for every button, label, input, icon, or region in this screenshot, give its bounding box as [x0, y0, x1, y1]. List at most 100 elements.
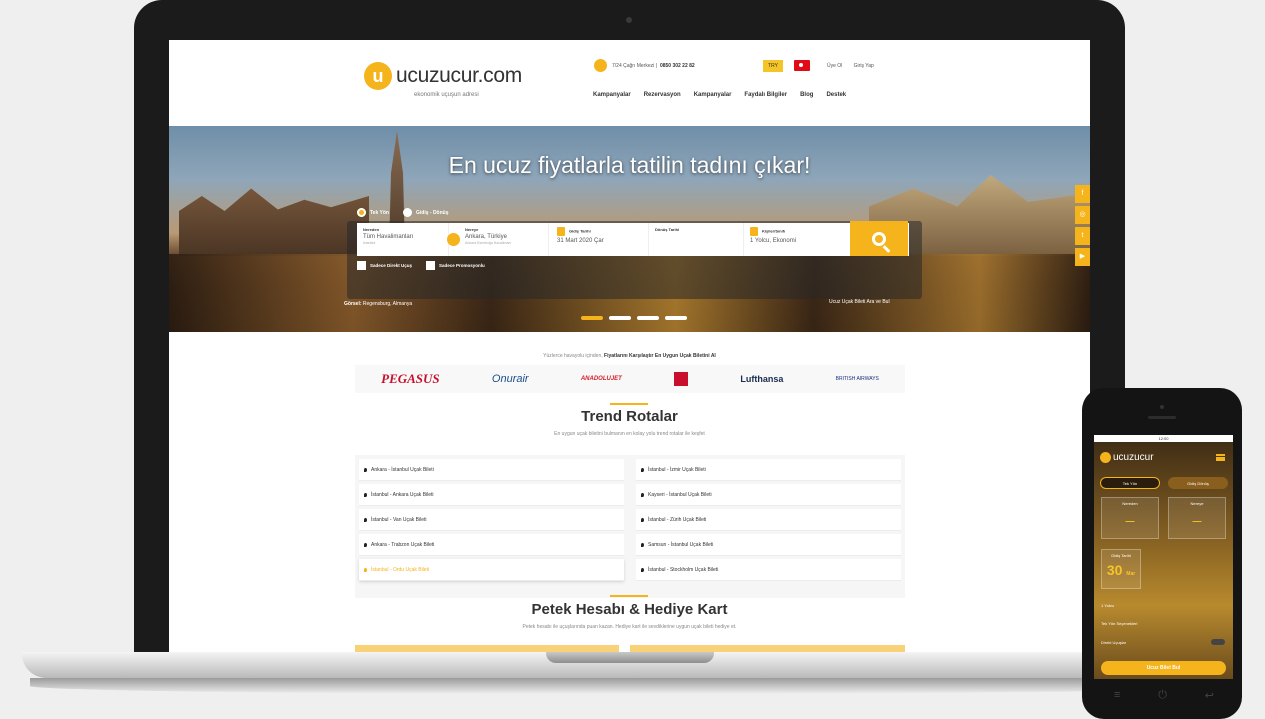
- route-link[interactable]: Kayseri - İstanbul Uçak Bileti: [636, 484, 901, 506]
- power-icon[interactable]: ⏻: [1158, 689, 1167, 702]
- phone-to-field[interactable]: Nereye —: [1168, 497, 1226, 539]
- nav-item-rezervasyon[interactable]: Rezervasyon: [644, 92, 681, 98]
- logo-text: ucuzucur.com: [396, 64, 522, 87]
- callcenter-label: 7/24 Çağrı Merkezi |: [612, 62, 657, 69]
- trend-subtitle: En uygun uçak biletini bulmanın en kolay…: [554, 431, 705, 437]
- accent-bar: [610, 403, 648, 405]
- hero-banner: En ucuz fiyatlarla tatilin tadını çıkar!…: [169, 126, 1090, 332]
- laptop-shadow: [30, 678, 1230, 694]
- phone-pax[interactable]: 1 Yolcu: [1101, 603, 1114, 608]
- phone-from-field[interactable]: Nereden —: [1101, 497, 1159, 539]
- phone-tab-roundtrip[interactable]: Gidiş Dönüş: [1168, 477, 1228, 489]
- return-date-field[interactable]: Dönüş Tarihi: [649, 223, 744, 256]
- phone-speaker: [1148, 416, 1176, 419]
- trend-routes: Ankara - İstanbul Uçak Bileti İstanbul -…: [355, 455, 905, 598]
- hero-photo-buildings-left: [179, 188, 369, 256]
- search-options: Sadece Direkt Uçuş Sadece Promosyonlu: [357, 261, 485, 270]
- logo-icon: [1100, 452, 1111, 463]
- radio-unchecked-icon: [403, 208, 412, 217]
- phone-search-button[interactable]: Ucuz Bilet Bul: [1101, 661, 1226, 675]
- accent-bar: [610, 595, 648, 597]
- phone-nav-buttons: ≡ ⏻ ↩: [1114, 689, 1214, 702]
- slider-dot[interactable]: [609, 316, 631, 320]
- menu-icon[interactable]: ≡: [1114, 689, 1120, 702]
- routes-column-left: Ankara - İstanbul Uçak Bileti İstanbul -…: [359, 459, 624, 584]
- laptop-screen: u ucuzucur.com ekonomik uçuşun adresi 7/…: [169, 40, 1090, 652]
- login-link[interactable]: Giriş Yap: [854, 63, 874, 69]
- phone-option-2[interactable]: Direkt Uçuşlar: [1101, 640, 1126, 645]
- route-link[interactable]: İstanbul - Stockholm Uçak Bileti: [636, 559, 901, 581]
- from-field[interactable]: Nereden Tüm Havalimanları İstanbul: [357, 223, 460, 256]
- nav-item-kampanyalar[interactable]: Kampanyalar: [593, 92, 631, 98]
- nav-item-kampanyalar-2[interactable]: Kampanyalar: [694, 92, 732, 98]
- currency-selector[interactable]: TRY: [763, 60, 783, 72]
- petek-subtitle: Petek hesabı ile uçuşlarında puan kazan.…: [522, 624, 737, 630]
- route-link[interactable]: İstanbul - Ankara Uçak Bileti: [359, 484, 624, 506]
- route-link[interactable]: İstanbul - İzmir Uçak Bileti: [636, 459, 901, 481]
- route-link[interactable]: İstanbul - Zürih Uçak Bileti: [636, 509, 901, 531]
- onurair-logo: Onurair: [491, 373, 529, 385]
- trip-type-roundtrip[interactable]: Gidiş - Dönüş: [403, 208, 449, 217]
- social-bar: f ◎ t ▶: [1075, 185, 1090, 266]
- route-link[interactable]: Ankara - İstanbul Uçak Bileti: [359, 459, 624, 481]
- promo-only-checkbox[interactable]: Sadece Promosyonlu: [426, 261, 485, 270]
- checkbox-icon: [426, 261, 436, 270]
- phone-screen: 12:00 ucuzucur Tek Yön Gidiş Dönüş Nered…: [1094, 435, 1233, 679]
- register-link[interactable]: Üye Ol: [827, 63, 842, 69]
- phone-toggle[interactable]: [1211, 639, 1225, 645]
- back-icon[interactable]: ↩: [1205, 689, 1214, 702]
- youtube-icon[interactable]: ▶: [1075, 248, 1090, 266]
- lufthansa-logo: Lufthansa: [740, 374, 784, 384]
- to-field[interactable]: Nereye Ankara, Türkiye Ankara Esenboğa H…: [449, 223, 549, 256]
- cheap-ticket-link[interactable]: Ucuz Uçak Bileti Ara ve Bul: [829, 299, 890, 305]
- routes-column-right: İstanbul - İzmir Uçak Bileti Kayseri - İ…: [636, 459, 901, 584]
- calendar-icon: [557, 227, 565, 236]
- trip-type-oneway[interactable]: Tek Yön: [357, 208, 389, 217]
- petek-title: Petek Hesabı & Hediye Kart: [531, 601, 728, 618]
- turkish-flag-icon[interactable]: [794, 60, 810, 71]
- slider-dots: [581, 316, 687, 320]
- facebook-icon[interactable]: f: [1075, 185, 1090, 203]
- direct-flight-checkbox[interactable]: Sadece Direkt Uçuş: [357, 261, 412, 270]
- auth-links: Üye Ol Giriş Yap: [827, 63, 884, 69]
- search-icon: [872, 231, 886, 246]
- route-link[interactable]: Ankara - Trabzon Uçak Bileti: [359, 534, 624, 556]
- radio-checked-icon: [357, 208, 366, 217]
- depart-date-field[interactable]: Gidiş Tarihi 31 Mart 2020 Çar: [549, 223, 649, 256]
- route-link[interactable]: İstanbul - Van Uçak Bileti: [359, 509, 624, 531]
- hero-title: En ucuz fiyatlarla tatilin tadını çıkar!: [448, 152, 811, 178]
- logo-icon: u: [364, 62, 392, 90]
- site-logo[interactable]: u ucuzucur.com: [364, 62, 522, 90]
- british-airways-logo: BRITISH AIRWAYS: [835, 376, 879, 382]
- route-link[interactable]: Samsun - İstanbul Uçak Bileti: [636, 534, 901, 556]
- search-button[interactable]: [850, 221, 908, 256]
- phone-option-1[interactable]: Tek Yön Seçenekleri: [1101, 621, 1137, 626]
- trip-type-selector: Tek Yön Gidiş - Dönüş: [357, 208, 449, 217]
- route-link-active[interactable]: İstanbul - Ordu Uçak Bileti: [359, 559, 624, 581]
- phone-trip-tabs: Tek Yön Gidiş Dönüş: [1100, 477, 1228, 489]
- passenger-icon: [750, 227, 758, 236]
- instagram-icon[interactable]: ◎: [1075, 206, 1090, 224]
- callcenter[interactable]: 7/24 Çağrı Merkezi | 0850 302 22 82: [594, 59, 695, 72]
- hamburger-menu-icon[interactable]: [1216, 454, 1225, 461]
- phone-logo[interactable]: ucuzucur: [1100, 452, 1154, 463]
- callcenter-phone: 0850 302 22 82: [659, 62, 695, 69]
- turkish-airlines-logo: [674, 372, 689, 386]
- passenger-field[interactable]: Kişiler/Sınıfı 1 Yolcu, Ekonomi: [744, 223, 844, 256]
- anadolujet-logo: ANADOLUJET: [580, 376, 622, 382]
- nav-item-blog[interactable]: Blog: [800, 92, 813, 98]
- phone-tab-oneway[interactable]: Tek Yön: [1100, 477, 1160, 489]
- checkbox-icon: [357, 261, 366, 270]
- phone-icon: [594, 59, 607, 72]
- phone-status-bar: 12:00: [1094, 435, 1233, 442]
- slider-dot[interactable]: [581, 316, 603, 320]
- slider-dot[interactable]: [637, 316, 659, 320]
- nav-item-destek[interactable]: Destek: [826, 92, 846, 98]
- slider-dot[interactable]: [665, 316, 687, 320]
- phone-camera: [1160, 405, 1164, 409]
- logo-tagline: ekonomik uçuşun adresi: [414, 92, 479, 98]
- twitter-icon[interactable]: t: [1075, 227, 1090, 245]
- nav-item-faydali-bilgiler[interactable]: Faydalı Bilgiler: [744, 92, 787, 98]
- phone-date-field[interactable]: Gidiş Tarihi 30 Mar: [1101, 549, 1141, 589]
- airline-logos: PEGASUS Onurair ANADOLUJET Lufthansa BRI…: [355, 365, 905, 393]
